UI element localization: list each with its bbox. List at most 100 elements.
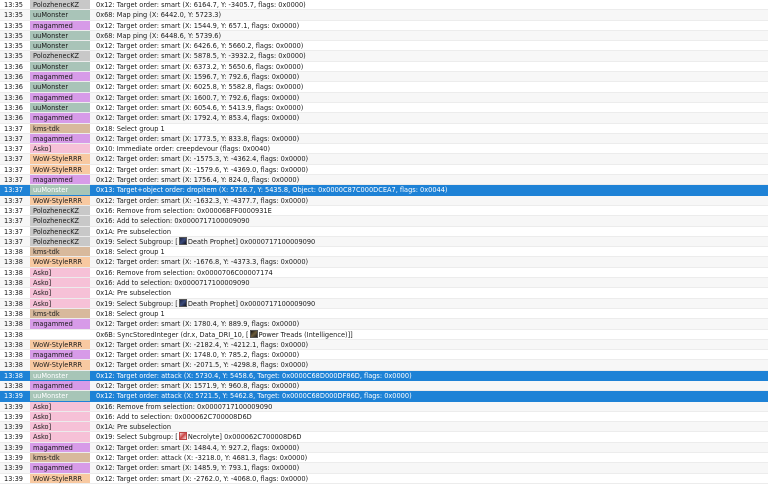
action-text: 0x12: Target order: smart (X: -1579.6, Y…	[96, 165, 309, 174]
player-name: WoW-StyleRRR	[30, 195, 90, 205]
log-row[interactable]: 13:38 Asko] 0x1A: Pre subselection	[0, 288, 768, 299]
log-row[interactable]: 13:37 WoW-StyleRRR 0x12: Target order: s…	[0, 154, 768, 165]
log-row[interactable]: 13:36 magammed 0x12: Target order: smart…	[0, 72, 768, 83]
action-text: 0x12: Target order: smart (X: 5878.5, Y:…	[96, 52, 306, 61]
action-text: 0x12: Target order: smart (X: 6054.6, Y:…	[96, 103, 304, 112]
log-row[interactable]: 13:38 WoW-StyleRRR 0x12: Target order: s…	[0, 257, 768, 268]
action-text: 0x16: Add to selection: 0x00007171000090…	[96, 279, 250, 288]
player-name: PolozhenecKZ	[30, 226, 90, 236]
player-name: uuMonster	[30, 391, 90, 401]
log-row[interactable]: 13:39 Asko] 0x16: Remove from selection:…	[0, 401, 768, 412]
action-text: 0x12: Target order: smart (X: -2071.5, Y…	[96, 361, 309, 370]
player-name: PolozhenecKZ	[30, 0, 90, 10]
action-text: 0x18: Select group 1	[96, 309, 165, 318]
log-row[interactable]: 13:39 Asko] 0x19: Select Subgroup: [Necr…	[0, 432, 768, 443]
log-row[interactable]: 13:36 uuMonster 0x12: Target order: smar…	[0, 61, 768, 73]
log-row[interactable]: 13:38 magammed 0x12: Target order: smart…	[0, 380, 768, 392]
log-row[interactable]: 13:37 PolozhenecKZ 0x16: Remove from sel…	[0, 205, 768, 217]
action-text: 0x19: Select Subgroup: [Necrolyte] 0x000…	[94, 432, 768, 441]
death-prophet-icon	[178, 236, 187, 245]
log-row[interactable]: 13:37 magammed 0x12: Target order: smart…	[0, 133, 768, 145]
log-row[interactable]: 13:35 magammed 0x12: Target order: smart…	[0, 20, 768, 31]
log-row[interactable]: 13:37 kms-tdk 0x18: Select group 1	[0, 123, 768, 134]
log-row[interactable]: 13:38 magammed 0x12: Target order: smart…	[0, 350, 768, 361]
action-text-prefix: 0x19: Select Subgroup: [	[96, 237, 178, 246]
log-row[interactable]: 13:38 Asko] 0x16: Add to selection: 0x00…	[0, 278, 768, 289]
timestamp: 13:38	[4, 351, 24, 360]
log-row[interactable]: 13:38 Asko] 0x16: Remove from selection:…	[0, 267, 768, 279]
log-row[interactable]: 13:39 uuMonster 0x12: Target order: atta…	[0, 391, 768, 402]
log-row[interactable]: 13:36 magammed 0x12: Target order: smart…	[0, 92, 768, 103]
log-row[interactable]: 13:38 0x6B: SyncStoredInteger (dr.x, Dat…	[0, 329, 768, 340]
timestamp: 13:35	[4, 11, 24, 20]
action-text: 0x12: Target order: smart (X: 6426.6, Y:…	[96, 42, 304, 51]
log-row[interactable]: 13:38 WoW-StyleRRR 0x12: Target order: s…	[0, 339, 768, 351]
timestamp: 13:37	[4, 155, 24, 164]
timestamp: 13:37	[4, 145, 24, 154]
log-row[interactable]: 13:39 magammed 0x12: Target order: smart…	[0, 442, 768, 454]
log-row[interactable]: 13:38 uuMonster 0x12: Target order: atta…	[0, 370, 768, 381]
player-name: uuMonster	[30, 185, 90, 195]
player-name: PolozhenecKZ	[30, 236, 90, 247]
log-row[interactable]: 13:37 PolozhenecKZ 0x19: Select Subgroup…	[0, 236, 768, 248]
action-text: 0x1A: Pre subselection	[96, 227, 172, 236]
log-row[interactable]: 13:39 WoW-StyleRRR 0x12: Target order: s…	[0, 473, 768, 484]
log-row[interactable]: 13:35 uuMonster 0x68: Map ping (X: 6442.…	[0, 10, 768, 21]
player-name: magammed	[30, 380, 90, 391]
log-row[interactable]: 13:38 kms-tdk 0x18: Select group 1	[0, 308, 768, 320]
player-name: magammed	[30, 175, 90, 185]
player-name: kms-tdk	[30, 123, 90, 133]
log-row[interactable]: 13:37 PolozhenecKZ 0x16: Add to selectio…	[0, 216, 768, 227]
log-row[interactable]: 13:36 uuMonster 0x12: Target order: smar…	[0, 102, 768, 114]
action-text: 0x12: Target order: smart (X: 6025.8, Y:…	[96, 83, 304, 92]
player-name: magammed	[30, 20, 90, 30]
log-row[interactable]: 13:37 magammed 0x12: Target order: smart…	[0, 175, 768, 186]
timestamp: 13:37	[4, 176, 24, 185]
player-name: WoW-StyleRRR	[30, 154, 90, 164]
log-row[interactable]: 13:37 Asko] 0x10: Immediate order: creep…	[0, 144, 768, 155]
timestamp: 13:39	[4, 412, 24, 421]
log-row[interactable]: 13:35 uuMonster 0x12: Target order: smar…	[0, 41, 768, 52]
action-text: 0x12: Target order: smart (X: 1485.9, Y:…	[96, 464, 300, 473]
log-row[interactable]: 13:36 uuMonster 0x12: Target order: smar…	[0, 82, 768, 93]
timestamp: 13:36	[4, 73, 24, 82]
action-text-suffix: Power Treads (Intelligence)]]	[258, 330, 353, 339]
timestamp: 13:39	[4, 433, 24, 442]
log-row[interactable]: 13:38 Asko] 0x19: Select Subgroup: [Deat…	[0, 298, 768, 309]
timestamp: 13:35	[4, 52, 24, 61]
log-row[interactable]: 13:39 kms-tdk 0x12: Target order: attack…	[0, 453, 768, 464]
action-text: 0x16: Add to selection: 0x00007171000090…	[96, 217, 250, 226]
player-name: magammed	[30, 350, 90, 360]
log-row[interactable]: 13:37 uuMonster 0x13: Target+object orde…	[0, 185, 768, 196]
log-row[interactable]: 13:38 WoW-StyleRRR 0x12: Target order: s…	[0, 360, 768, 371]
log-row[interactable]: 13:39 Asko] 0x16: Add to selection: 0x00…	[0, 411, 768, 423]
log-row[interactable]: 13:39 magammed 0x12: Target order: smart…	[0, 463, 768, 474]
log-row[interactable]: 13:35 PolozhenecKZ 0x12: Target order: s…	[0, 51, 768, 62]
log-row[interactable]: 13:37 WoW-StyleRRR 0x12: Target order: s…	[0, 195, 768, 206]
timestamp: 13:35	[4, 31, 24, 40]
log-row[interactable]: 13:35 uuMonster 0x68: Map ping (X: 6448.…	[0, 30, 768, 42]
player-name: kms-tdk	[30, 453, 90, 463]
action-text: 0x12: Target order: attack (X: 5730.4, Y…	[96, 371, 412, 380]
action-text: 0x16: Remove from selection: 0x000071710…	[96, 402, 273, 411]
log-row[interactable]: 13:38 kms-tdk 0x18: Select group 1	[0, 247, 768, 258]
log-row[interactable]: 13:37 WoW-StyleRRR 0x12: Target order: s…	[0, 164, 768, 176]
action-log-list[interactable]: 13:35 PolozhenecKZ 0x12: Target order: s…	[0, 0, 768, 489]
player-name: uuMonster	[30, 10, 90, 20]
action-text: 0x18: Select group 1	[96, 124, 165, 133]
log-row[interactable]: 13:35 PolozhenecKZ 0x12: Target order: s…	[0, 0, 768, 11]
timestamp: 13:38	[4, 361, 24, 370]
timestamp: 13:39	[4, 423, 24, 432]
log-row[interactable]: 13:39 Asko] 0x1A: Pre subselection	[0, 422, 768, 433]
action-text: 0x12: Target order: smart (X: 1780.4, Y:…	[96, 320, 300, 329]
log-row[interactable]: 13:36 magammed 0x12: Target order: smart…	[0, 113, 768, 124]
player-name: Asko]	[30, 288, 90, 298]
player-name: magammed	[30, 319, 90, 329]
power-treads-icon	[249, 329, 258, 338]
player-name: Asko]	[30, 267, 90, 278]
player-name: Asko]	[30, 422, 90, 432]
action-text: 0x12: Target order: attack (X: 5721.5, Y…	[96, 392, 412, 401]
timestamp: 13:38	[4, 279, 24, 288]
log-row[interactable]: 13:37 PolozhenecKZ 0x1A: Pre subselectio…	[0, 226, 768, 237]
log-row[interactable]: 13:38 magammed 0x12: Target order: smart…	[0, 319, 768, 330]
